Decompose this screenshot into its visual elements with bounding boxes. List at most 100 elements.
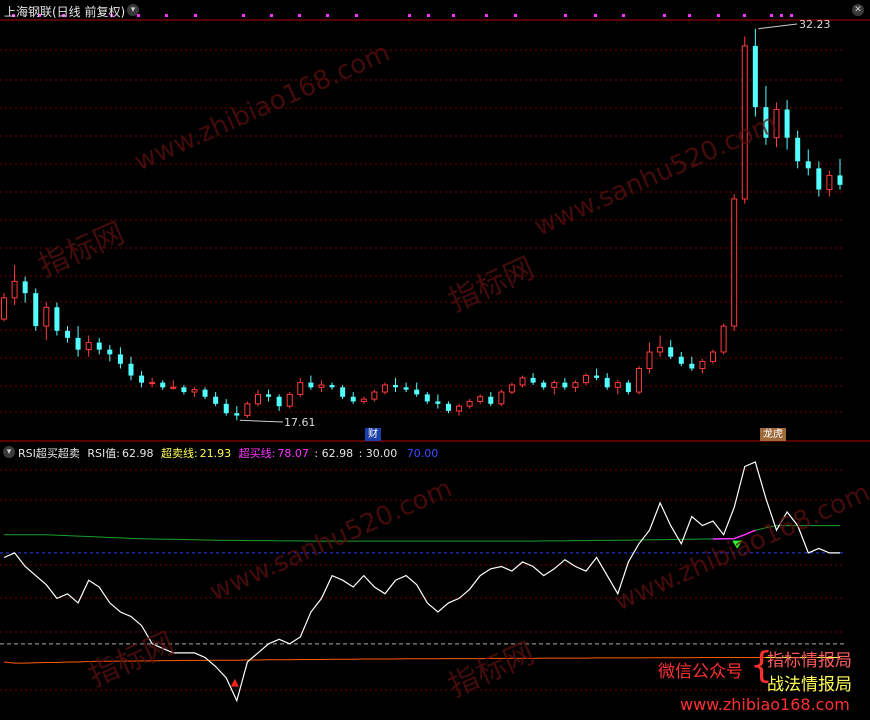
high-price-label: 32.23 — [799, 18, 831, 31]
signal-dot — [663, 14, 666, 17]
candle-up — [11, 280, 18, 299]
candle-down — [435, 401, 441, 404]
candle-up — [381, 384, 388, 393]
candle-down — [276, 396, 282, 407]
rsi-value: 62.98 — [121, 447, 154, 460]
candle-down — [678, 356, 684, 364]
signal-dot — [270, 14, 273, 17]
indicator-name[interactable]: RSI超买超卖 — [18, 447, 80, 460]
indicator-header: RSI超买超卖 RSI值: 62.98 超卖线: 21.93 超买线: 78.07 :… — [18, 445, 438, 461]
level-70-value: 70.00 — [406, 447, 439, 460]
candle-down — [541, 382, 547, 388]
footer-line-1: 指标情报局 — [767, 651, 852, 671]
candle-down — [128, 363, 134, 376]
signal-dot — [770, 14, 773, 17]
candle-down — [107, 349, 113, 355]
signal-dot — [355, 14, 358, 17]
candle-down — [625, 382, 631, 393]
signal-dot — [408, 14, 411, 17]
candle-up — [635, 367, 642, 393]
oversold-value: 21.93 — [199, 447, 232, 460]
signal-dot — [137, 14, 140, 17]
candle-down — [33, 293, 39, 327]
candle-up — [826, 174, 833, 191]
footer-line-2: 战法情报局 — [767, 675, 852, 695]
candle-down — [64, 330, 70, 338]
candle-up — [646, 351, 653, 369]
candle-up — [731, 198, 738, 327]
candle-up — [614, 382, 621, 388]
signal-dot — [326, 14, 329, 17]
candle-up — [360, 398, 367, 402]
candle-up — [657, 346, 664, 353]
signal-dot — [298, 14, 301, 17]
chart-title[interactable]: 上海钢联(日线 前复权) — [4, 3, 125, 20]
candle-down — [160, 382, 166, 388]
indicator-menu-icon[interactable]: ▾ — [3, 446, 15, 458]
candle-up — [149, 382, 156, 385]
candle-down — [75, 337, 81, 350]
candle-down — [752, 45, 758, 108]
signal-dot — [165, 14, 168, 17]
candle-up — [244, 403, 251, 417]
candle-down — [795, 137, 801, 162]
candle-up — [286, 393, 293, 407]
footer-url[interactable]: www.zhibiao168.com — [680, 695, 850, 714]
signal-dot — [485, 14, 488, 17]
level-30-value: : 30.00 — [358, 447, 398, 460]
oversold-label: 超卖线: — [160, 447, 198, 460]
signal-dot — [780, 14, 783, 17]
candle-up — [551, 382, 558, 388]
low-price-label: 17.61 — [284, 416, 316, 429]
signal-dot — [452, 14, 455, 17]
signal-dot — [514, 14, 517, 17]
buy-arrow-icon — [230, 678, 239, 687]
chart-stage[interactable]: www.zhibiao168.com www.sanhu520.com 指标网 … — [0, 0, 870, 720]
candle-down — [837, 175, 843, 185]
candle-up — [318, 384, 325, 388]
candle-up — [572, 382, 579, 388]
signal-dot — [717, 14, 720, 17]
overbought-label: 超买线: — [238, 447, 276, 460]
candle-down — [604, 377, 610, 388]
candle-up — [508, 384, 515, 393]
candle-down — [139, 375, 145, 383]
candle-up — [170, 386, 177, 389]
close-icon[interactable]: ✕ — [852, 4, 864, 16]
candle-down — [181, 387, 187, 393]
candle-down — [54, 307, 60, 331]
candle-down — [393, 384, 399, 388]
candle-up — [371, 391, 378, 400]
candle-up — [699, 360, 706, 369]
candle-up — [1, 297, 7, 320]
event-marker-dragon-tiger[interactable]: 龙虎 — [760, 428, 786, 441]
candle-down — [530, 377, 536, 383]
candle-down — [266, 394, 272, 397]
candle-down — [424, 394, 430, 402]
candle-down — [403, 387, 409, 390]
high-pointer — [758, 23, 798, 30]
candle-down — [223, 403, 229, 414]
candle-up — [519, 377, 526, 386]
kline-chart[interactable] — [0, 0, 870, 720]
event-marker-finance[interactable]: 财 — [365, 428, 381, 441]
candle-down — [96, 342, 102, 350]
signal-dot — [194, 14, 197, 17]
candle-down — [340, 387, 346, 397]
candle-down — [689, 363, 695, 369]
candle-up — [466, 400, 473, 407]
chevron-down-icon[interactable]: ▾ — [127, 4, 139, 16]
candle-up — [85, 342, 92, 351]
low-pointer — [239, 419, 284, 423]
candle-up — [498, 391, 505, 405]
candle-down — [668, 347, 674, 357]
candle-up — [720, 325, 727, 353]
candle-down — [234, 413, 240, 416]
candle-down — [784, 109, 790, 138]
signal-dot — [242, 14, 245, 17]
candle-down — [562, 382, 568, 388]
candle-down — [308, 382, 314, 388]
wechat-label: 微信公众号 — [658, 662, 743, 682]
candle-up — [254, 393, 261, 405]
candle-down — [594, 375, 600, 378]
